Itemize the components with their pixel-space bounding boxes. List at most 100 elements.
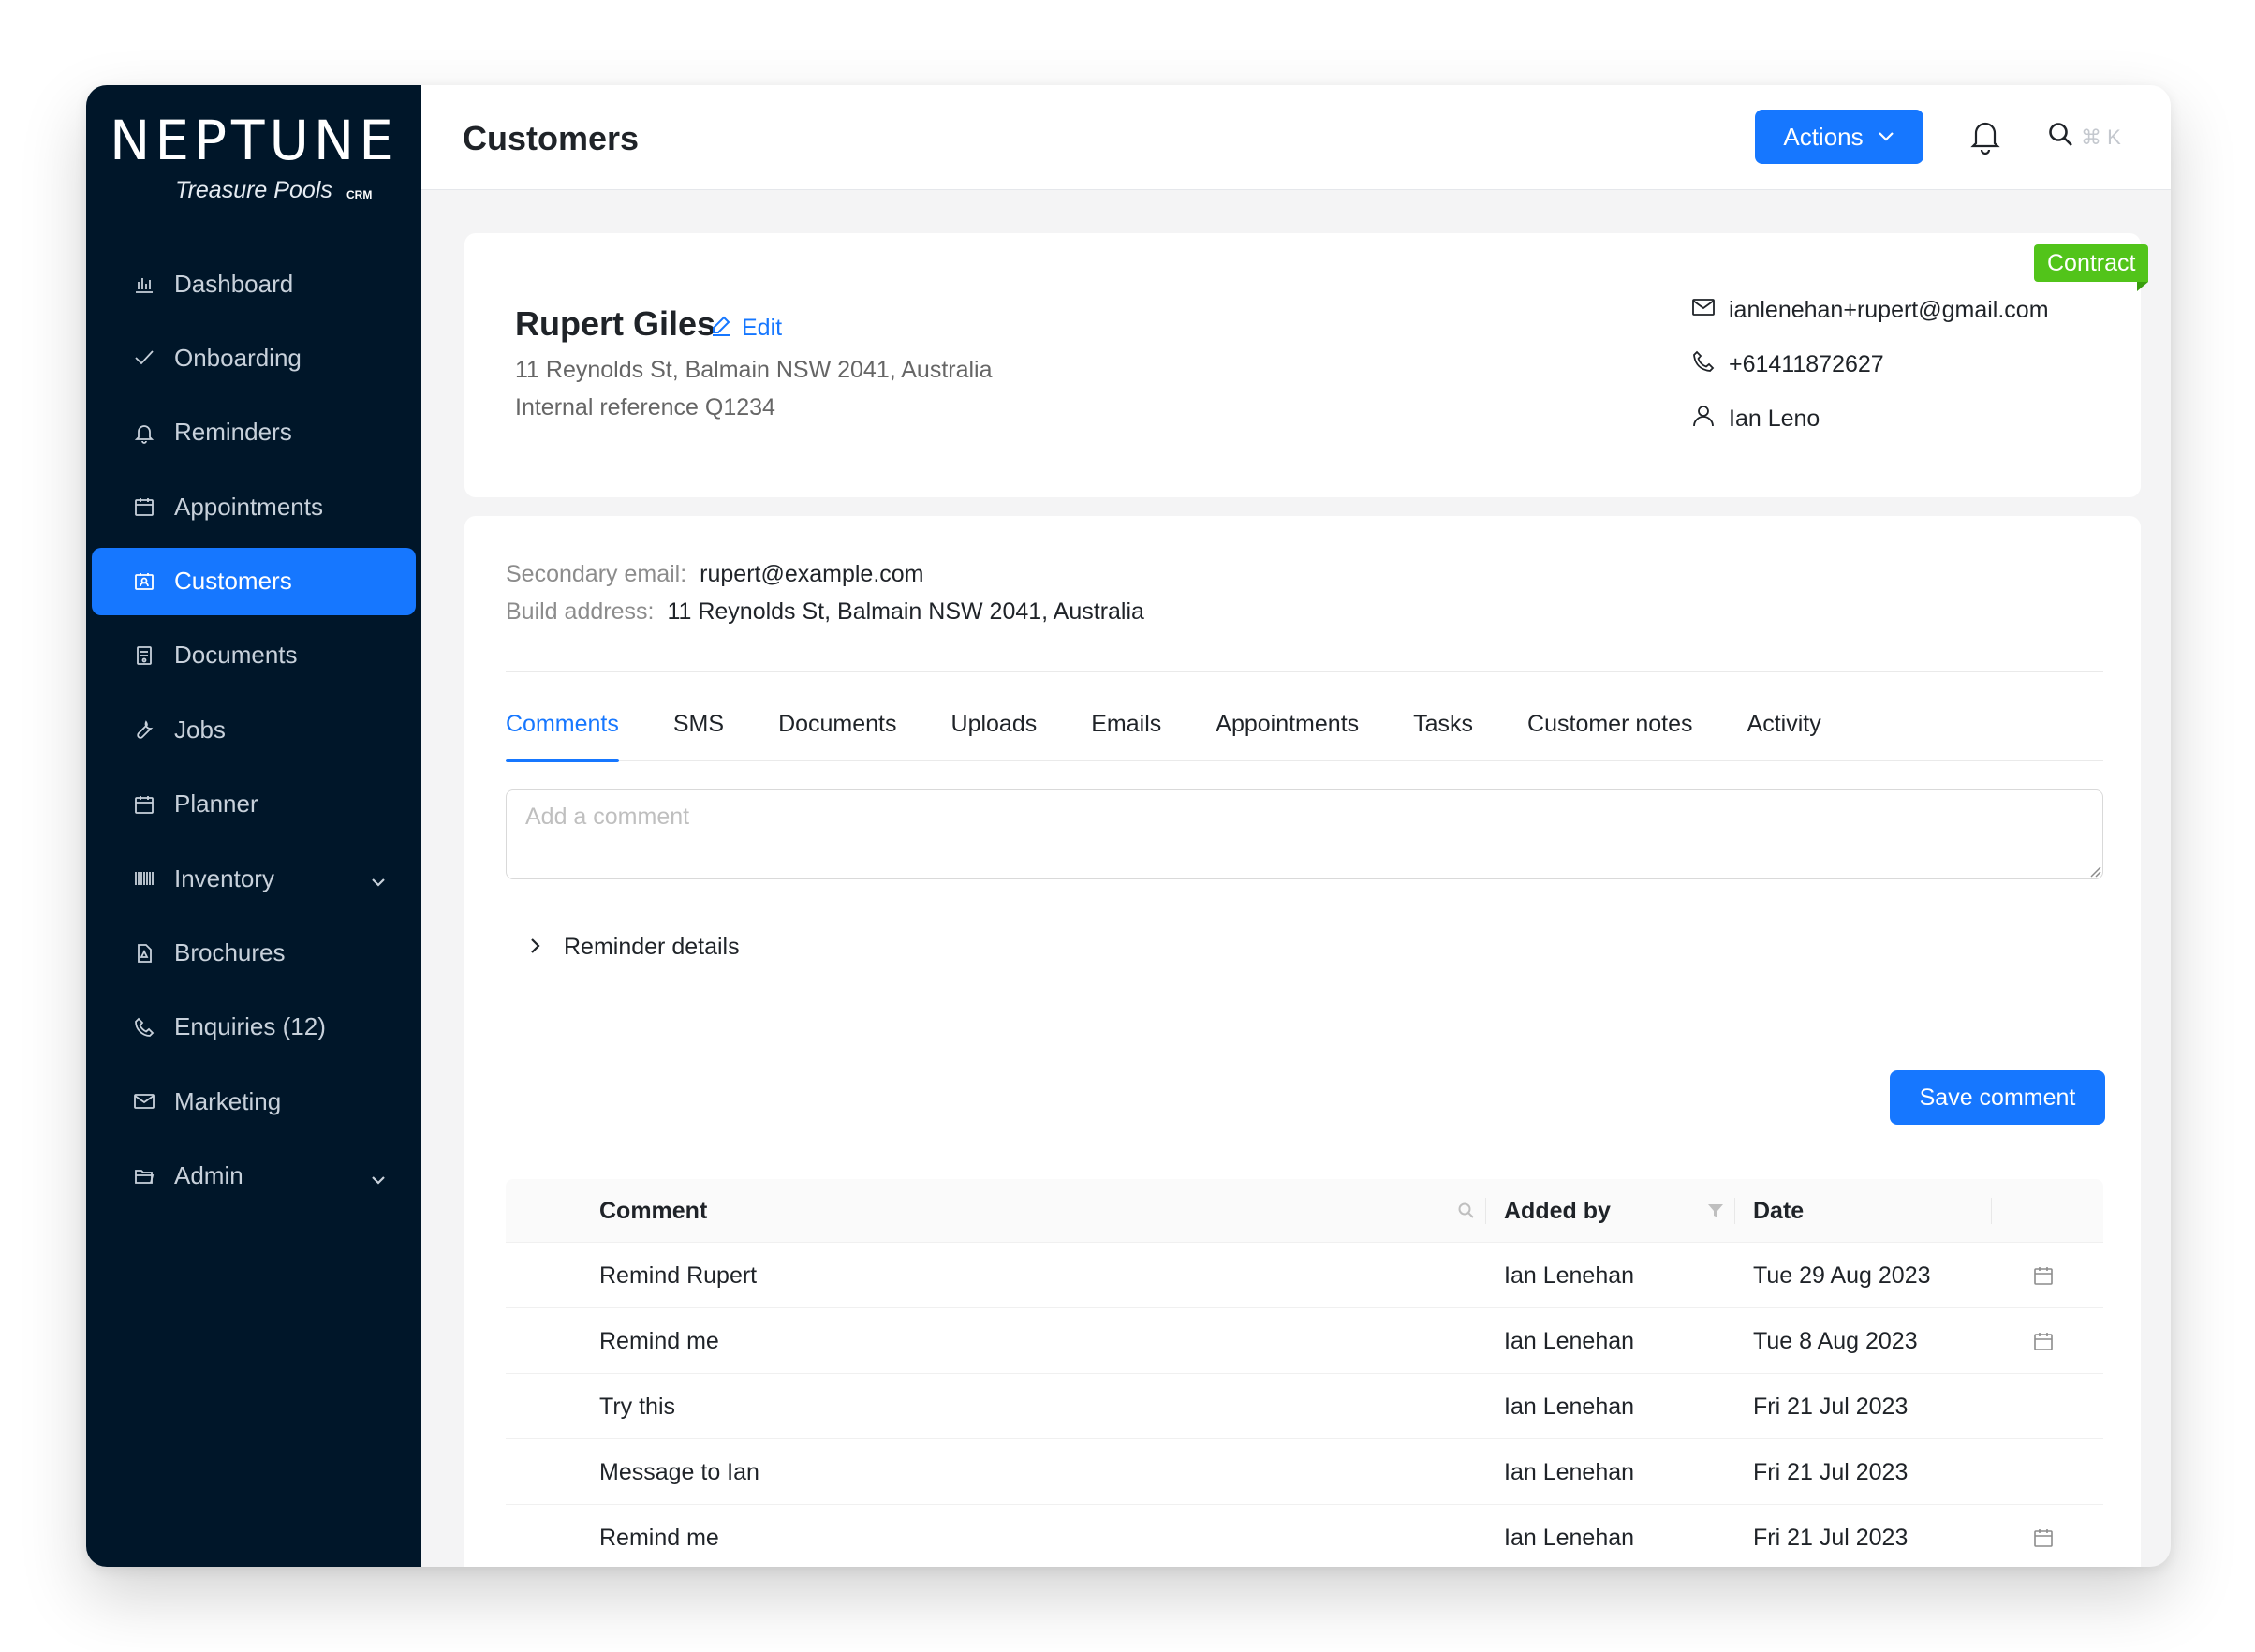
user-icon [1691,404,1716,435]
filter-icon[interactable] [1706,1202,1725,1220]
build-address-row: Build address: 11 Reynolds St, Balmain NS… [506,598,1144,626]
sidebar-item-label: Onboarding [174,343,302,372]
search-icon[interactable] [1457,1202,1476,1220]
document-icon [133,644,155,667]
sidebar-item-label: Customers [174,567,292,596]
reminder-calendar-icon[interactable] [2032,1264,2055,1287]
sidebar-item-planner[interactable]: Planner [92,771,416,838]
tab-activity[interactable]: Activity [1747,703,1821,761]
sidebar-item-inventory[interactable]: Inventory [92,845,416,912]
brand-logo[interactable]: NEPTUNE CRM Treasure Pools [86,108,421,205]
phone-icon [133,1016,155,1039]
table-row[interactable]: Message to Ian Ian Lenehan Fri 21 Jul 2023 [506,1439,2103,1505]
brand-name: NEPTUNE [110,109,398,172]
date-cell: Tue 29 Aug 2023 [1753,1262,1931,1289]
phone-icon [1691,349,1716,380]
column-separator [1485,1198,1486,1224]
mail-icon [133,1090,155,1113]
sidebar-item-enquiries-12[interactable]: Enquiries (12) [92,994,416,1061]
tab-uploads[interactable]: Uploads [951,703,1038,761]
sidebar-item-label: Documents [174,641,298,670]
sidebar-item-label: Inventory [174,863,274,892]
search-shortcut: ⌘ K [2081,125,2121,149]
reminder-details-toggle[interactable]: Reminder details [526,934,740,961]
secondary-email-value: rupert@example.com [700,561,924,587]
build-address-label: Build address: [506,598,655,625]
sidebar-item-label: Planner [174,789,258,819]
chevron-right-icon [526,934,543,961]
sidebar: NEPTUNE CRM Treasure Pools Dashboard Onbo… [86,85,421,1567]
sidebar-item-onboarding[interactable]: Onboarding [92,324,416,391]
secondary-email-label: Secondary email: [506,561,687,587]
table-row[interactable]: Remind me Ian Lenehan Fri 21 Jul 2023 [506,1505,2103,1567]
column-separator [1991,1198,1992,1224]
table-row[interactable]: Remind Rupert Ian Lenehan Tue 29 Aug 2023 [506,1243,2103,1308]
tab-customer-notes[interactable]: Customer notes [1527,703,1692,761]
actions-label: Actions [1783,122,1864,151]
comment-cell: Remind me [599,1328,719,1354]
tab-tasks[interactable]: Tasks [1413,703,1473,761]
sidebar-item-marketing[interactable]: Marketing [92,1068,416,1135]
sidebar-item-admin[interactable]: Admin [92,1143,416,1210]
sidebar-item-dashboard[interactable]: Dashboard [92,250,416,317]
comment-cell: Message to Ian [599,1459,759,1485]
added-by-cell: Ian Lenehan [1504,1459,1635,1485]
tab-sms[interactable]: SMS [673,703,724,761]
customer-detail-card: Secondary email: rupert@example.com Build… [464,516,2141,1567]
column-header-added-by[interactable]: Added by [1504,1179,1611,1243]
actions-dropdown-button[interactable]: Actions [1755,110,1923,164]
pencil-icon [710,314,732,343]
sidebar-item-label: Reminders [174,418,292,447]
date-cell: Tue 8 Aug 2023 [1753,1328,1918,1354]
sidebar-item-appointments[interactable]: Appointments [92,473,416,540]
sidebar-item-label: Marketing [174,1086,282,1115]
comment-input[interactable] [506,789,2103,879]
comment-cell: Remind Rupert [599,1262,758,1289]
tab-appointments[interactable]: Appointments [1216,703,1359,761]
secondary-email-row: Secondary email: rupert@example.com [506,561,924,588]
sidebar-nav: Dashboard Onboarding Reminders Appointments… [92,250,416,1217]
sidebar-item-label: Appointments [174,492,323,521]
tab-documents[interactable]: Documents [778,703,896,761]
chevron-down-icon[interactable] [369,869,388,888]
reminder-calendar-icon[interactable] [2032,1330,2055,1352]
barcode-icon [133,867,155,890]
notifications-bell-icon[interactable] [1968,117,2002,155]
resize-grip-icon[interactable] [2088,864,2101,878]
sidebar-item-documents[interactable]: Documents [92,622,416,689]
sidebar-item-jobs[interactable]: Jobs [92,696,416,763]
customer-phone: +61411872627 [1729,351,1884,377]
sidebar-item-reminders[interactable]: Reminders [92,399,416,466]
contract-status-tag: Contract [2034,244,2149,291]
file-icon [133,942,155,965]
global-search-button[interactable]: ⌘ K [2047,121,2121,154]
table-row[interactable]: Remind me Ian Lenehan Tue 8 Aug 2023 [506,1308,2103,1374]
folder-icon [133,1165,155,1187]
sidebar-item-label: Enquiries (12) [174,1012,326,1041]
table-body: Remind Rupert Ian Lenehan Tue 29 Aug 2023 R… [506,1243,2103,1567]
customer-email: ianlenehan+rupert@gmail.com [1729,297,2049,323]
edit-customer-link[interactable]: Edit [710,314,782,343]
column-separator [1734,1198,1735,1224]
bar-chart-icon [133,273,155,295]
sidebar-item-brochures[interactable]: Brochures [92,920,416,987]
reminder-calendar-icon[interactable] [2032,1527,2055,1549]
column-header-comment[interactable]: Comment [599,1179,707,1243]
sidebar-item-label: Admin [174,1161,243,1190]
customer-reference: Internal reference Q1234 [515,394,775,420]
save-comment-button[interactable]: Save comment [1890,1070,2105,1125]
tab-emails[interactable]: Emails [1091,703,1161,761]
table-row[interactable]: Try this Ian Lenehan Fri 21 Jul 2023 [506,1374,2103,1439]
contacts-icon [133,570,155,593]
customer-phone-row[interactable]: +61411872627 [1691,349,1884,380]
bell-icon [133,421,155,444]
chevron-down-icon[interactable] [369,1167,388,1186]
customer-owner: Ian Leno [1729,406,1820,432]
edit-label: Edit [742,315,783,341]
sidebar-item-customers[interactable]: Customers [92,547,416,615]
mail-icon [1691,295,1716,326]
column-header-date[interactable]: Date [1753,1179,1804,1243]
customer-email-row[interactable]: ianlenehan+rupert@gmail.com [1691,295,2049,326]
tab-comments[interactable]: Comments [506,703,619,762]
sidebar-item-label: Brochures [174,938,286,967]
